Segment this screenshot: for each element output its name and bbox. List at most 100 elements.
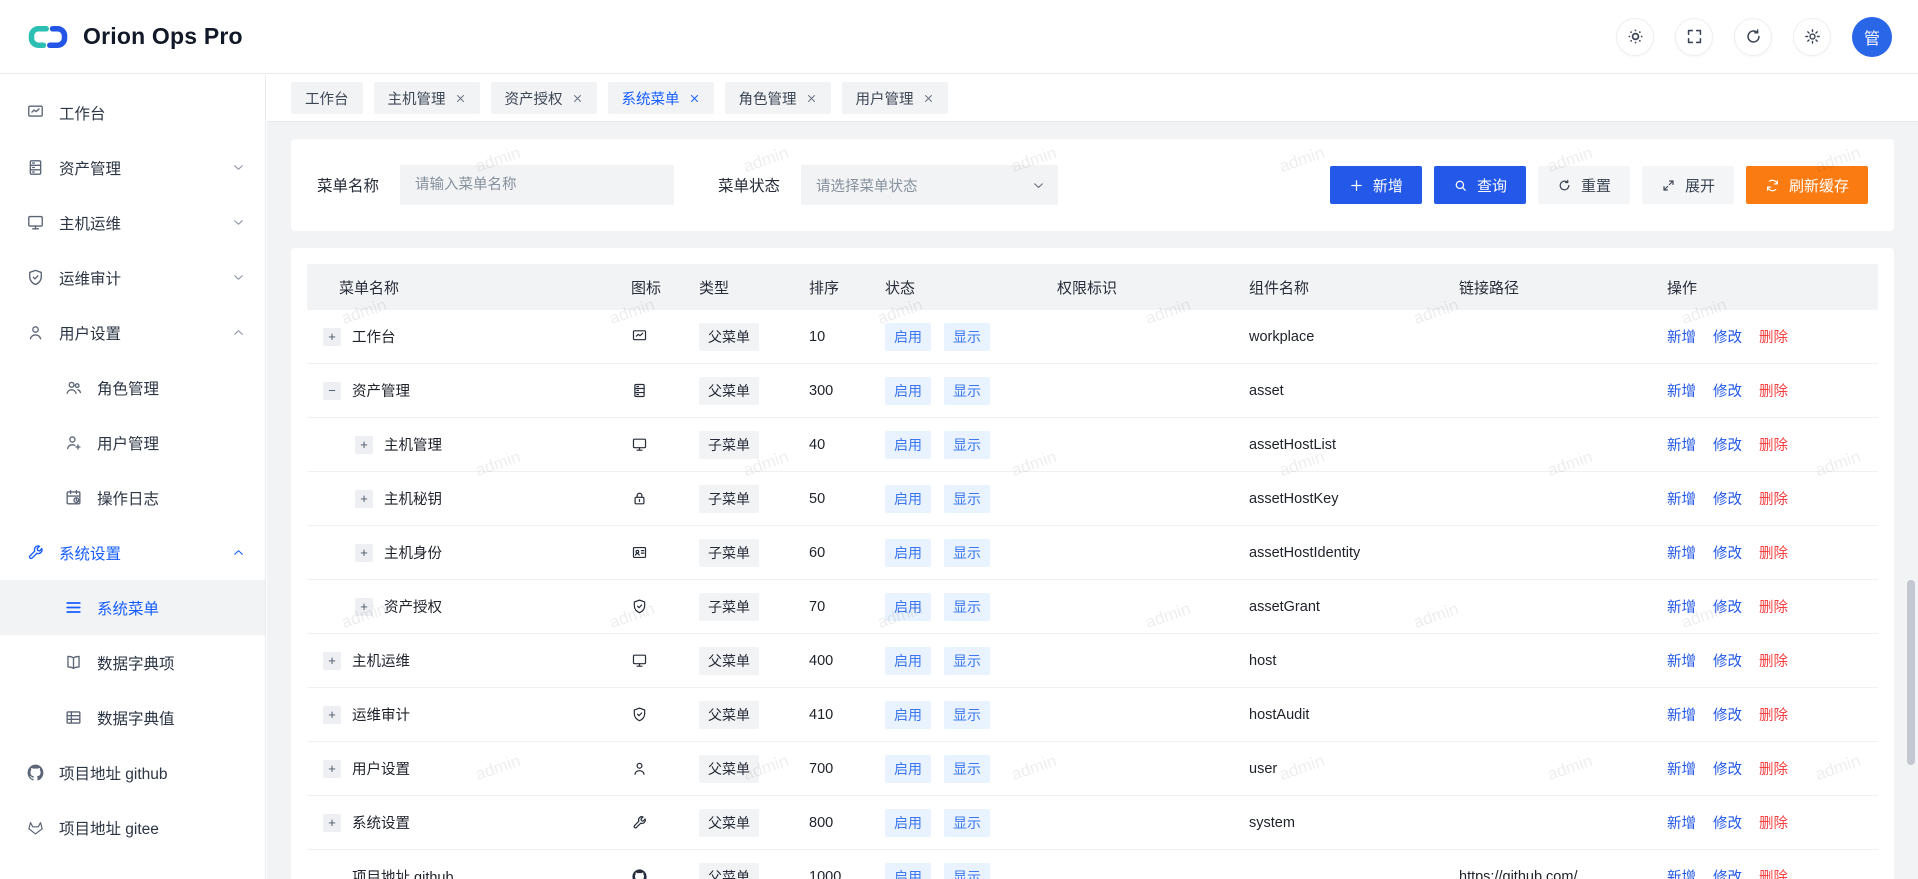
row-add-link[interactable]: 新增: [1667, 380, 1696, 401]
row-edit-link[interactable]: 修改: [1713, 758, 1742, 779]
sidebar-item-workbench[interactable]: 工作台: [0, 85, 265, 140]
row-edit-link[interactable]: 修改: [1713, 326, 1742, 347]
sidebar-item-label: 系统菜单: [97, 597, 159, 619]
sidebar-item-ops-audit[interactable]: 运维审计: [0, 250, 265, 305]
row-edit-link[interactable]: 修改: [1713, 434, 1742, 455]
row-add-link[interactable]: 新增: [1667, 650, 1696, 671]
row-add-link[interactable]: 新增: [1667, 542, 1696, 563]
table-row: +主机运维父菜单400启用显示host新增修改删除: [307, 634, 1878, 688]
row-expander-button[interactable]: −: [323, 382, 341, 400]
row-expander-button[interactable]: +: [355, 490, 373, 508]
menu-status-cell: 启用显示: [885, 431, 1057, 459]
menu-order-cell: 60: [809, 545, 885, 561]
sidebar-item-role-mgmt[interactable]: 角色管理: [0, 360, 265, 415]
status-enabled-badge: 启用: [885, 377, 931, 405]
row-delete-link[interactable]: 删除: [1759, 596, 1788, 617]
menu-status-cell: 启用显示: [885, 485, 1057, 513]
tab-role-mgmt[interactable]: 角色管理: [725, 82, 831, 114]
tab-host-mgmt[interactable]: 主机管理: [374, 82, 480, 114]
fullscreen-button[interactable]: [1675, 18, 1713, 56]
row-add-link[interactable]: 新增: [1667, 758, 1696, 779]
menu-type-cell: 子菜单: [699, 593, 809, 621]
table-row: +资产授权子菜单70启用显示assetGrant新增修改删除: [307, 580, 1878, 634]
row-delete-link[interactable]: 删除: [1759, 542, 1788, 563]
sidebar-item-github[interactable]: 项目地址 github: [0, 745, 265, 800]
row-add-link[interactable]: 新增: [1667, 434, 1696, 455]
row-expander-button[interactable]: +: [355, 436, 373, 454]
tab-asset-grant[interactable]: 资产授权: [491, 82, 597, 114]
row-delete-link[interactable]: 删除: [1759, 704, 1788, 725]
menu-name: 工作台: [352, 326, 396, 347]
row-delete-link[interactable]: 删除: [1759, 488, 1788, 509]
sidebar-item-gitee[interactable]: 项目地址 gitee: [0, 800, 265, 855]
row-delete-link[interactable]: 删除: [1759, 758, 1788, 779]
row-expander-button[interactable]: +: [323, 328, 341, 346]
row-delete-link[interactable]: 删除: [1759, 650, 1788, 671]
menu-name-cell: −资产管理: [307, 380, 631, 401]
row-edit-link[interactable]: 修改: [1713, 650, 1742, 671]
tab-close-icon[interactable]: [923, 93, 934, 104]
tab-system-menu[interactable]: 系统菜单: [608, 82, 714, 114]
topbar-actions: 管: [1616, 17, 1892, 57]
menu-name-input[interactable]: [400, 165, 674, 205]
search-button[interactable]: 查询: [1434, 166, 1526, 204]
log-icon: [64, 488, 83, 507]
tab-close-icon[interactable]: [455, 93, 466, 104]
row-add-link[interactable]: 新增: [1667, 812, 1696, 833]
status-visible-badge: 显示: [944, 863, 990, 879]
tab-close-icon[interactable]: [806, 93, 817, 104]
sidebar-item-label: 角色管理: [97, 377, 159, 399]
row-expander-button[interactable]: +: [323, 760, 341, 778]
row-add-link[interactable]: 新增: [1667, 704, 1696, 725]
menu-name: 资产授权: [384, 596, 442, 617]
theme-toggle-button[interactable]: [1616, 18, 1654, 56]
row-edit-link[interactable]: 修改: [1713, 596, 1742, 617]
sidebar-item-system-menu[interactable]: 系统菜单: [0, 580, 265, 635]
row-expander-button[interactable]: +: [355, 598, 373, 616]
menu-status-select[interactable]: 请选择菜单状态: [801, 165, 1058, 205]
sidebar-item-dict-value[interactable]: 数据字典值: [0, 690, 265, 745]
menu-type-cell: 父菜单: [699, 323, 809, 351]
row-expander-button[interactable]: +: [323, 814, 341, 832]
expand-button[interactable]: 展开: [1642, 166, 1734, 204]
sidebar-item-system-settings[interactable]: 系统设置: [0, 525, 265, 580]
row-add-link[interactable]: 新增: [1667, 596, 1696, 617]
reset-button[interactable]: 重置: [1538, 166, 1630, 204]
sidebar-item-op-log[interactable]: 操作日志: [0, 470, 265, 525]
row-delete-link[interactable]: 删除: [1759, 866, 1788, 879]
row-expander-button[interactable]: +: [323, 652, 341, 670]
row-edit-link[interactable]: 修改: [1713, 488, 1742, 509]
user-avatar[interactable]: 管: [1852, 17, 1892, 57]
tab-workbench[interactable]: 工作台: [291, 82, 363, 114]
row-delete-link[interactable]: 删除: [1759, 434, 1788, 455]
row-edit-link[interactable]: 修改: [1713, 704, 1742, 725]
table-card: 菜单名称图标类型排序状态权限标识组件名称链接路径操作 +工作台父菜单10启用显示…: [291, 248, 1894, 879]
menu-icon-cell: [631, 814, 699, 831]
sidebar-item-user-mgmt[interactable]: 用户管理: [0, 415, 265, 470]
row-expander-button[interactable]: +: [323, 706, 341, 724]
page-scrollbar[interactable]: [1907, 580, 1915, 765]
row-delete-link[interactable]: 删除: [1759, 326, 1788, 347]
settings-button[interactable]: [1793, 18, 1831, 56]
sidebar-item-asset-mgmt[interactable]: 资产管理: [0, 140, 265, 195]
row-edit-link[interactable]: 修改: [1713, 812, 1742, 833]
row-expander-button[interactable]: +: [355, 544, 373, 562]
tab-user-mgmt[interactable]: 用户管理: [842, 82, 948, 114]
row-edit-link[interactable]: 修改: [1713, 866, 1742, 879]
row-delete-link[interactable]: 删除: [1759, 812, 1788, 833]
refresh-cache-button[interactable]: 刷新缓存: [1746, 166, 1868, 204]
refresh-button[interactable]: [1734, 18, 1772, 56]
row-delete-link[interactable]: 删除: [1759, 380, 1788, 401]
tab-close-icon[interactable]: [689, 93, 700, 104]
sidebar-item-dict-item[interactable]: 数据字典项: [0, 635, 265, 690]
add-button[interactable]: 新增: [1330, 166, 1422, 204]
row-add-link[interactable]: 新增: [1667, 488, 1696, 509]
sidebar-item-label: 项目地址 gitee: [59, 817, 159, 839]
sidebar-item-host-ops[interactable]: 主机运维: [0, 195, 265, 250]
sidebar-item-user-settings[interactable]: 用户设置: [0, 305, 265, 360]
row-add-link[interactable]: 新增: [1667, 866, 1696, 879]
row-edit-link[interactable]: 修改: [1713, 380, 1742, 401]
tab-close-icon[interactable]: [572, 93, 583, 104]
row-edit-link[interactable]: 修改: [1713, 542, 1742, 563]
row-add-link[interactable]: 新增: [1667, 326, 1696, 347]
